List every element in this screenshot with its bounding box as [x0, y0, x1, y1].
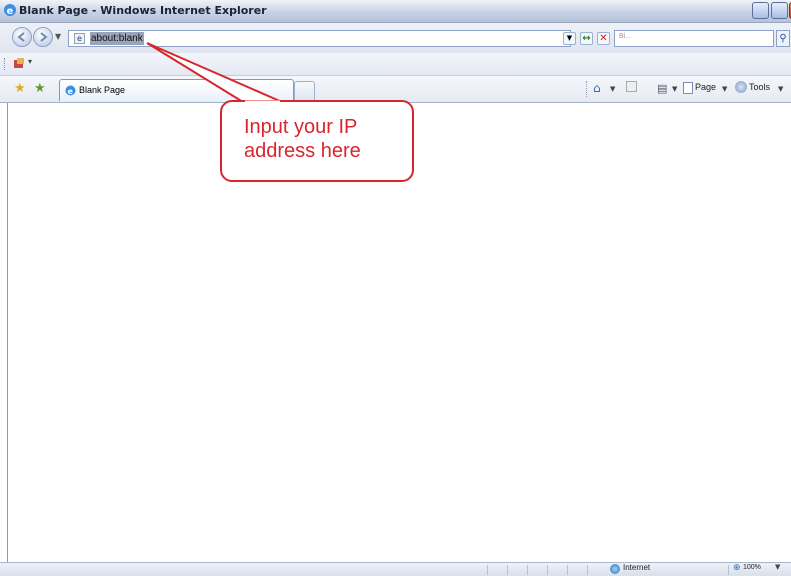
zoom-level[interactable]: 100% [743, 564, 761, 571]
zoom-dropdown[interactable]: ▼ [775, 563, 780, 571]
page-menu[interactable]: Page [695, 82, 716, 92]
print-dropdown[interactable]: ▼ [672, 85, 677, 93]
favorites-star-icon[interactable]: ★ [14, 81, 26, 96]
print-icon[interactable]: ▤ [657, 82, 667, 95]
back-icon [17, 32, 25, 42]
feeds-icon[interactable] [626, 81, 637, 92]
refresh-icon: ↔ [582, 33, 591, 44]
tab-label: Blank Page [79, 85, 126, 95]
ie-logo-icon: e [4, 4, 16, 17]
tools-menu[interactable]: Tools [749, 82, 770, 92]
callout-line-1: Input your IP [244, 116, 358, 138]
search-input[interactable]: Bi... [614, 30, 774, 47]
tab-blank-page[interactable]: e Blank Page [59, 79, 294, 101]
refresh-button[interactable]: ↔ [580, 32, 593, 45]
callout-text: Input your IP address here [244, 115, 361, 163]
addon-dropdown[interactable]: ▾ [28, 57, 32, 66]
page-ie-icon: e [74, 33, 85, 44]
search-icon: ⚲ [779, 33, 787, 44]
stop-button[interactable]: ✕ [597, 32, 610, 45]
stop-icon: ✕ [599, 33, 608, 44]
forward-button[interactable] [33, 27, 53, 47]
globe-icon [610, 564, 620, 574]
window-title: Blank Page - Windows Internet Explorer [19, 4, 267, 17]
address-dropdown-button[interactable]: ▼ [563, 32, 576, 45]
zoom-icon[interactable]: ⊕ [733, 563, 741, 573]
callout-line-2: address here [244, 140, 361, 162]
home-dropdown[interactable]: ▼ [610, 85, 615, 93]
address-bar[interactable]: e about:blank [68, 30, 571, 47]
tools-dropdown[interactable]: ▼ [778, 85, 783, 93]
search-placeholder: Bi... [619, 33, 632, 40]
tab-bar: ★ ★ e Blank Page ⌂ ▼ ▤ ▼ Page ▼ Tools ▼ [0, 76, 791, 103]
title-bar: e Blank Page - Windows Internet Explorer [0, 0, 791, 23]
tools-icon[interactable] [735, 81, 747, 93]
security-zone[interactable]: Internet [623, 563, 650, 572]
home-icon[interactable]: ⌂ [593, 81, 601, 95]
toolbar-row: ▾ [0, 53, 791, 76]
status-divider [507, 565, 508, 575]
svg-text:e: e [7, 6, 14, 17]
navigation-bar: ▼ e about:blank ▼ ↔ ✕ Bi... ⚲ [0, 23, 791, 53]
page-dropdown[interactable]: ▼ [722, 85, 727, 93]
svg-text:e: e [68, 87, 74, 96]
back-button[interactable] [12, 27, 32, 47]
page-icon[interactable] [683, 82, 693, 94]
toolbar-grip[interactable] [4, 58, 7, 70]
status-divider [487, 565, 488, 575]
status-divider [587, 565, 588, 575]
addon-icon[interactable] [13, 57, 25, 69]
maximize-button[interactable] [771, 2, 788, 19]
add-favorites-icon[interactable]: ★ [34, 81, 46, 96]
forward-icon [40, 32, 48, 42]
status-divider [567, 565, 568, 575]
status-divider [527, 565, 528, 575]
command-bar-separator [586, 81, 587, 97]
status-divider [728, 565, 729, 575]
status-divider [547, 565, 548, 575]
search-button[interactable]: ⚲ [776, 30, 790, 47]
minimize-button[interactable] [752, 2, 769, 19]
callout-box: Input your IP address here [220, 100, 414, 182]
new-tab-button[interactable] [294, 81, 315, 101]
address-input[interactable]: about:blank [90, 32, 144, 45]
ie-logo-icon: e [65, 85, 76, 96]
recent-pages-dropdown[interactable]: ▼ [55, 32, 61, 41]
status-bar: Internet ⊕ 100% ▼ [0, 562, 791, 576]
